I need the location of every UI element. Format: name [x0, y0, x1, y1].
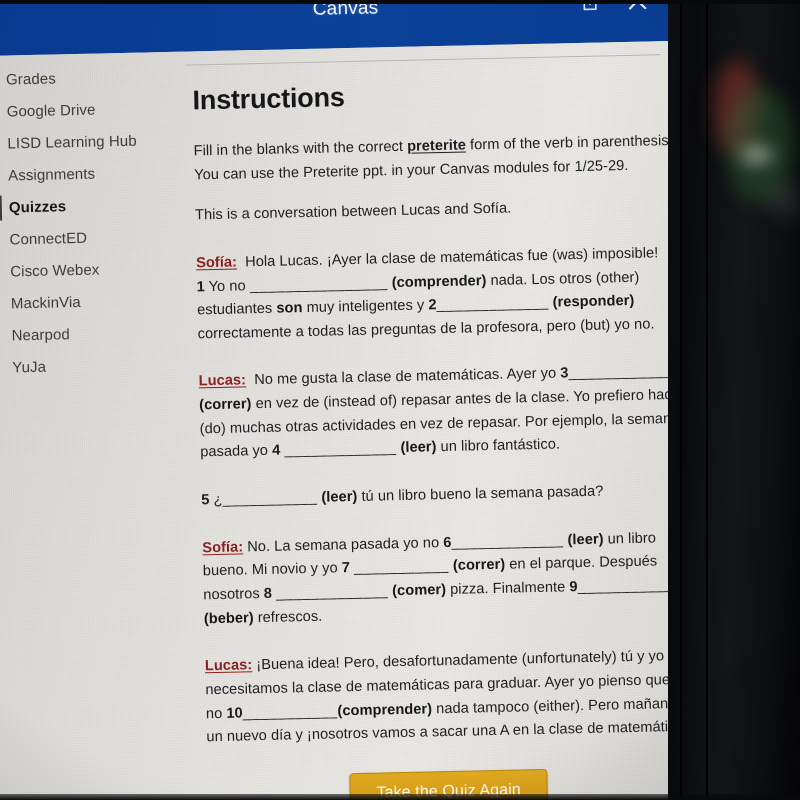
verb-cue-4: (leer) — [400, 439, 437, 457]
sidebar-item-grades[interactable]: Grades — [0, 60, 174, 96]
device-bezel-top — [0, 0, 800, 4]
answer-blank-1[interactable]: ________________ — [250, 275, 388, 294]
sidebar-item-assignments[interactable]: Assignments — [0, 156, 176, 192]
verb-cue-2: (responder) — [552, 293, 635, 311]
verb-cue-7: (correr) — [452, 557, 506, 575]
speaker-label-lucas: Lucas: — [198, 372, 247, 390]
instructions-text-lead: Fill in the blanks with the correct — [193, 138, 408, 160]
sofia1-sentence-1: Hola Lucas. ¡Ayer la clase de matemática… — [244, 245, 659, 271]
sidebar-item-mackinvia[interactable]: MackinVia — [0, 284, 179, 320]
lucas1-sentence-3: un libro fantástico. — [436, 436, 561, 456]
page-title: Instructions — [192, 82, 345, 116]
lucas1-sentence-1: No me gusta la clase de matemáticas. Aye… — [254, 365, 561, 389]
instructions-paragraph: Fill in the blanks with the correct pret… — [193, 130, 686, 188]
blank-number-7: 7 — [341, 560, 351, 577]
blank-number-5: 5 — [201, 492, 210, 509]
sofia2-sentence-1: No. La semana pasada yo no — [247, 534, 444, 556]
device-screen: Jan 26 Canvas — [0, 0, 727, 800]
sidebar-item-cisco-webex[interactable]: Cisco Webex — [0, 252, 179, 288]
sofia2-sentence-5: refrescos. — [253, 608, 323, 626]
sofia2-sentence-4: pizza. Finalmente — [445, 579, 570, 598]
page-surface: Grades Google Drive LISD Learning Hub As… — [0, 40, 727, 800]
sidebar-item-lisd-learning-hub[interactable]: LISD Learning Hub — [0, 124, 176, 160]
answer-blank-10[interactable]: ___________ — [243, 703, 338, 721]
conversation-note: This is a conversation between Lucas and… — [194, 200, 512, 224]
sidebar-item-label: YuJa — [12, 358, 47, 376]
sidebar-item-label: Cisco Webex — [10, 261, 100, 280]
answer-blank-4[interactable]: _____________ — [284, 440, 396, 458]
back-arrow-icon[interactable] — [0, 30, 3, 44]
background-reflection — [714, 60, 760, 156]
verb-cue-10: (comprender) — [337, 700, 433, 719]
dialogue-question-5: 5 ¿___________ (leer) tú un libro bueno … — [201, 479, 693, 513]
answer-blank-8[interactable]: _____________ — [276, 583, 388, 601]
background-reflection — [726, 86, 794, 204]
verb-cue-9: (beber) — [203, 609, 254, 627]
screenshot-root: Jan 26 Canvas — [0, 0, 800, 800]
dialogue-sofia-2: Sofía: No. La semana pasada yo no 6_____… — [202, 526, 696, 631]
verb-cue-8: (comer) — [392, 581, 447, 600]
sidebar-item-nearpod[interactable]: Nearpod — [0, 316, 180, 352]
instructions-keyword: preterite — [406, 137, 467, 155]
sidebar-item-yuja[interactable]: YuJa — [0, 348, 181, 384]
answer-blank-3[interactable]: _____________ — [568, 363, 680, 381]
sidebar-item-label: LISD Learning Hub — [7, 132, 137, 152]
sidebar-item-label: Grades — [5, 69, 57, 88]
answer-blank-2[interactable]: _____________ — [436, 295, 548, 313]
verb-cue-1: (comprender) — [391, 272, 487, 291]
sidebar-item-google-drive[interactable]: Google Drive — [0, 92, 175, 128]
bezel-seam — [706, 0, 708, 800]
dialogue-lucas-2: Lucas: ¡Buena idea! Pero, desafortunadam… — [205, 645, 699, 750]
sidebar-item-label: Quizzes — [8, 197, 67, 216]
sofia1-sentence-4: correctamente a todas las preguntas de l… — [197, 316, 655, 343]
sofia1-sentence-3c: muy inteligentes y — [302, 297, 429, 317]
bezel-seam — [680, 0, 682, 800]
sidebar-item-quizzes[interactable]: Quizzes — [0, 188, 177, 224]
blank-number-8: 8 — [263, 585, 273, 602]
quiz-content: Instructions Fill in the blanks with the… — [173, 40, 726, 800]
speaker-label-sofia-2: Sofía: — [202, 539, 244, 557]
sidebar-item-label: Assignments — [7, 165, 96, 184]
speaker-label-lucas-2: Lucas: — [204, 657, 253, 675]
sidebar-item-label: MackinVia — [10, 293, 81, 312]
speaker-label-sofia: Sofía: — [195, 254, 238, 272]
sidebar-item-label: Nearpod — [11, 325, 71, 344]
blank-number-4: 4 — [271, 443, 281, 460]
answer-blank-6[interactable]: _____________ — [451, 532, 563, 550]
blank-number-10: 10 — [226, 705, 243, 722]
sidebar-item-connected[interactable]: ConnectED — [0, 220, 178, 256]
sofia1-sentence-2: Yo no — [208, 277, 246, 295]
verb-cue-3: (correr) — [199, 396, 252, 414]
background-reflection — [742, 148, 772, 162]
verb-cue-6: (leer) — [567, 531, 604, 549]
sidebar-item-label: ConnectED — [9, 229, 88, 248]
device-bezel-right — [668, 0, 800, 800]
answer-blank-5[interactable]: ___________ — [222, 490, 317, 508]
course-navigation: Grades Google Drive LISD Learning Hub As… — [0, 52, 190, 800]
device-bezel-bottom — [0, 794, 800, 800]
dialogue-sofia-1: Sofía: Hola Lucas. ¡Ayer la clase de mat… — [196, 242, 690, 347]
blank-number-1: 1 — [196, 278, 205, 295]
background-reflection — [768, 180, 800, 220]
sidebar-item-label: Google Drive — [6, 101, 96, 120]
sofia1-bold-son: son — [276, 300, 303, 317]
answer-blank-7[interactable]: ___________ — [354, 558, 449, 576]
question5-sentence: tú un libro bueno la semana pasada? — [357, 483, 604, 505]
dialogue-lucas-1: Lucas: No me gusta la clase de matemátic… — [198, 360, 692, 465]
verb-cue-5: (leer) — [321, 488, 358, 506]
